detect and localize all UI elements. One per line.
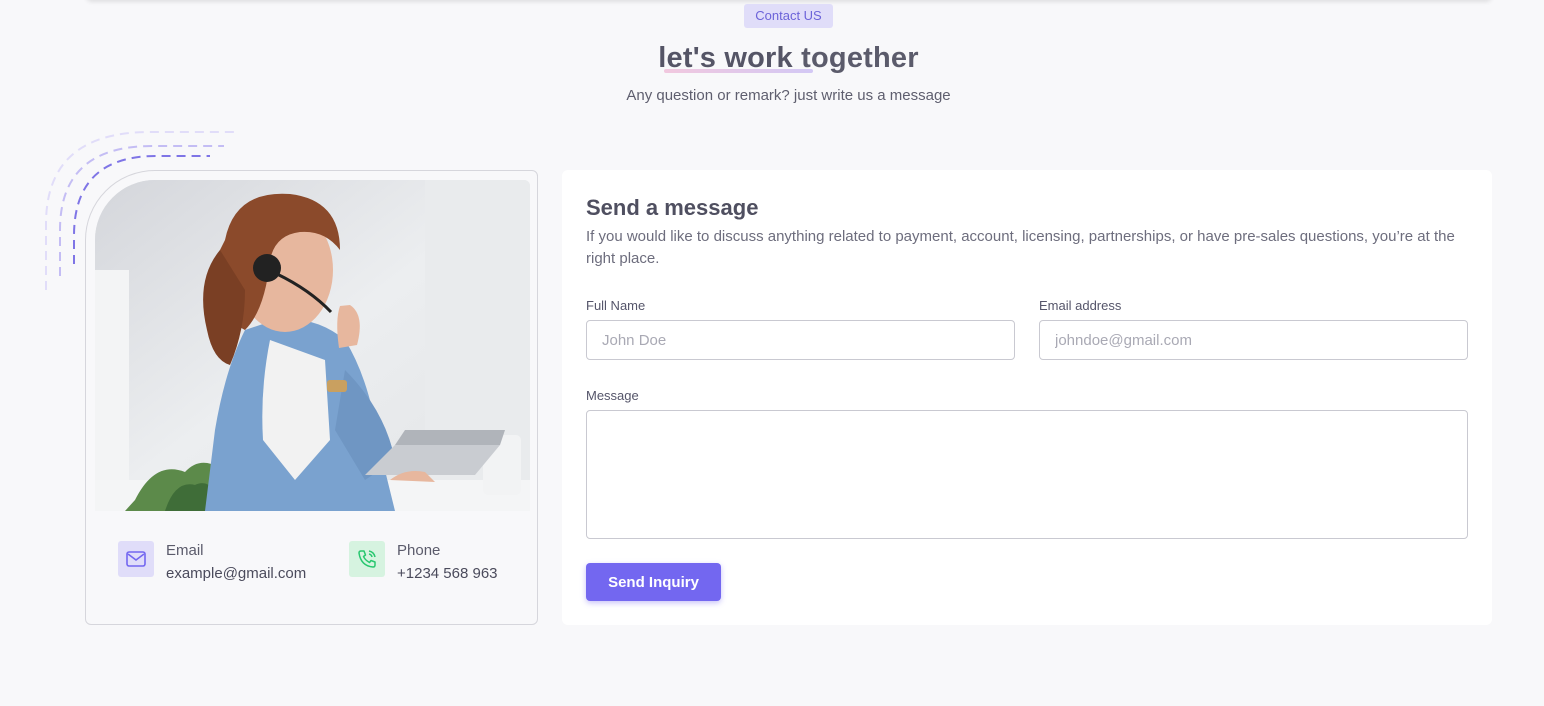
phone-info: Phone +1234 568 963 bbox=[349, 541, 498, 583]
full-name-input[interactable] bbox=[586, 320, 1015, 360]
contact-us-badge: Contact US bbox=[744, 4, 833, 28]
contact-info-card: Email example@gmail.com Phone +1234 568 … bbox=[85, 170, 538, 625]
send-inquiry-button[interactable]: Send Inquiry bbox=[586, 563, 721, 601]
email-value[interactable]: example@gmail.com bbox=[166, 564, 306, 583]
email-info: Email example@gmail.com bbox=[118, 541, 306, 583]
message-label: Message bbox=[586, 388, 639, 403]
form-description: If you would like to discuss anything re… bbox=[586, 228, 1455, 267]
mail-icon bbox=[118, 541, 154, 577]
full-name-label: Full Name bbox=[586, 298, 646, 313]
phone-label: Phone bbox=[397, 542, 441, 559]
page-title-rest: together bbox=[801, 42, 919, 74]
page-title: let's work together bbox=[0, 42, 1544, 75]
page-title-highlight: let's work bbox=[658, 42, 793, 74]
phone-icon bbox=[349, 541, 385, 577]
contact-page: Contact US let's work together Any quest… bbox=[0, 0, 1544, 706]
page-subtitle: Any question or remark? just write us a … bbox=[626, 87, 951, 104]
email-address-label: Email address bbox=[1039, 298, 1122, 313]
message-form-card: Send a message If you would like to disc… bbox=[562, 170, 1492, 625]
email-label: Email bbox=[166, 542, 204, 559]
phone-value[interactable]: +1234 568 963 bbox=[397, 564, 498, 583]
email-address-input[interactable] bbox=[1039, 320, 1468, 360]
message-textarea[interactable] bbox=[586, 410, 1468, 539]
support-agent-photo bbox=[95, 180, 530, 511]
form-title: Send a message bbox=[586, 195, 759, 220]
support-agent-illustration bbox=[95, 180, 530, 511]
